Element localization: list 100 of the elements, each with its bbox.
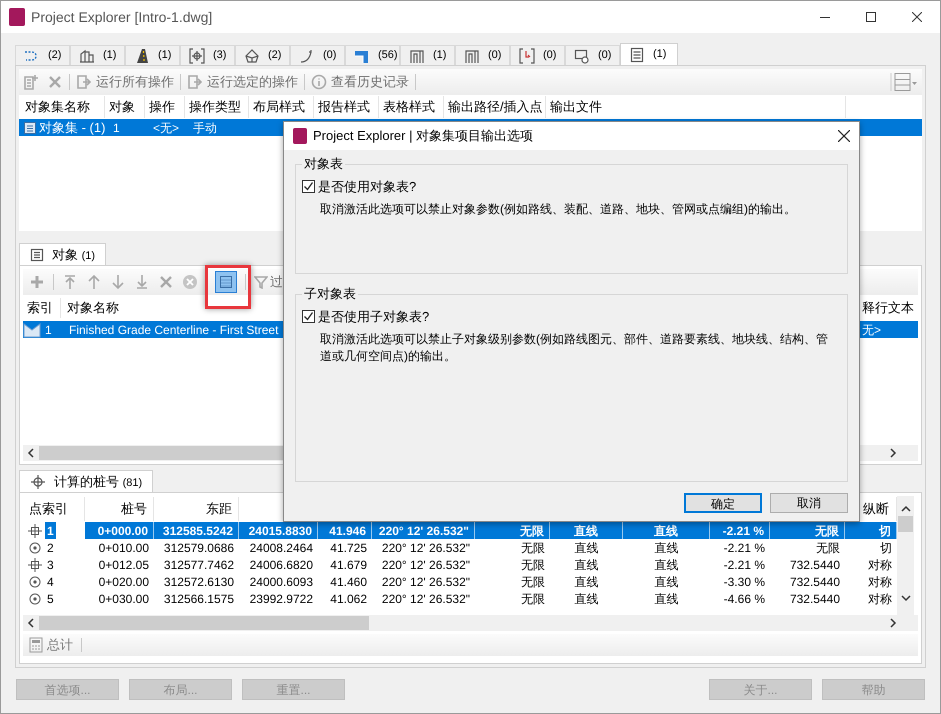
column-header[interactable]: 输出路径/插入点 (444, 96, 546, 118)
table-cell-text: Finished Grade Centerline - First Street (69, 322, 280, 338)
new-item-icon (23, 74, 39, 90)
table-cell-text: 41.062 (329, 590, 368, 607)
table-cell-text: -3.30 % (722, 574, 766, 590)
table-cell-text: 220° 12' 26.532" (380, 540, 471, 556)
dialog-button[interactable]: 取消 (770, 493, 848, 513)
table-cell-text: 312566.1575 (162, 590, 235, 607)
type-tab[interactable]: (0) (290, 45, 345, 65)
column-header[interactable]: 对象 (105, 96, 145, 118)
table-cell-text: 2 (46, 540, 55, 556)
checkbox-box[interactable] (302, 310, 315, 324)
table-cell-text: 对称 (867, 590, 893, 607)
scroll-up-icon (900, 504, 910, 514)
scroll-thumb[interactable] (898, 516, 913, 532)
column-header[interactable]: 对象集名称 (21, 96, 105, 118)
table-row[interactable]: 5 0+030.00 312566.1575 23992.9722 41.062 220° 12' 26.532" 无限 直线 直线 -4.66 % 732.5440 对称 (23, 590, 897, 607)
checkbox-box[interactable] (302, 180, 315, 194)
column-header[interactable]: 对象名称 (61, 298, 281, 318)
column-header[interactable]: 点索引 (23, 497, 85, 521)
table-cell-text: 直线 (574, 574, 600, 590)
column-header[interactable]: 表格样式 (379, 96, 444, 118)
pipe-icon (409, 48, 425, 64)
table-cell-text: 732.5440 (788, 574, 841, 590)
column-header[interactable]: 东距 (154, 497, 239, 521)
table-cell-text: 220° 12' 26.532" (380, 590, 471, 607)
checkmark-icon (303, 181, 314, 192)
table-row[interactable]: 4 0+020.00 312572.6130 24000.6093 41.460 220° 12' 26.532" 无限 直线 直线 -3.30 % 732.5440 对称 (23, 573, 897, 590)
table-cell-text: 41.725 (329, 540, 368, 556)
checkbox[interactable]: 是否使用对象表? (302, 177, 416, 196)
calculator-icon (29, 637, 43, 653)
dialog-button[interactable]: 确定 (684, 493, 762, 513)
circled-dot-icon (28, 540, 42, 554)
scroll-down-icon (900, 593, 910, 603)
scroll-thumb[interactable] (39, 616, 369, 630)
type-tab[interactable]: (2) (235, 45, 290, 65)
type-tab[interactable]: (56) (345, 45, 400, 65)
horizontal-scrollbar[interactable] (23, 615, 918, 631)
type-tab[interactable]: (0) (510, 45, 565, 65)
dialog-title: Project Explorer | 对象集项目输出选项 (313, 127, 534, 146)
scroll-right-icon (888, 618, 898, 628)
footer-button[interactable]: 总计 (47, 635, 73, 655)
table-row[interactable]: 2 0+010.00 312579.0686 24008.2464 41.725 220° 12' 26.532" 无限 直线 直线 -2.21 % 无限 切 (23, 539, 897, 556)
table-cell-text: 0+020.00 (98, 574, 150, 590)
delete-icon (47, 74, 63, 90)
road-icon (134, 48, 150, 64)
filter-button[interactable]: 过 (254, 272, 283, 292)
table-cell-text: 无限 (520, 590, 546, 607)
move-bottom-icon (134, 274, 150, 290)
crosshair-point-icon (28, 558, 42, 572)
highlight-frame (205, 265, 251, 309)
type-tab[interactable]: (3) (180, 45, 235, 65)
table-cell-text: 24008.2464 (248, 540, 314, 556)
table-cell-text: 0+010.00 (98, 540, 150, 556)
type-tab[interactable]: (1) (125, 45, 180, 65)
table-cell-text: 直线 (654, 574, 680, 590)
table-row[interactable]: 1 0+000.00 312585.5242 24015.8830 41.946 220° 12' 26.532" 无限 直线 直线 -2.21 % 无限 切 (23, 522, 897, 539)
section-tab[interactable]: 对象 (1) (19, 243, 106, 265)
pipe-icon (464, 48, 480, 64)
column-header[interactable]: 索引 (23, 298, 61, 318)
table-cell: 312585.5242 (154, 522, 239, 539)
delete-icon (158, 274, 174, 290)
table-cell-text: 对称 (867, 556, 893, 573)
table-cell-text: 对称 (867, 574, 893, 590)
table-cell-text: -2.21 % (722, 556, 766, 573)
table-cell-text: 312572.6130 (162, 574, 235, 590)
option-description: 取消激活此选项可以禁止子对象级别参数(例如路线图元、部件、道路要素线、地块线、结构、管道或几何空间点)的输出。 (320, 331, 829, 365)
type-tab[interactable]: (0) (455, 45, 510, 65)
info-icon (311, 74, 327, 90)
type-tab[interactable]: (1) (620, 43, 678, 65)
table-cell-text: 0+012.05 (98, 556, 150, 573)
table-cell-text: 对象集 - (1) (39, 118, 106, 137)
column-header[interactable]: 输出文件 (546, 96, 846, 118)
table-cell-text: -2.21 % (722, 540, 766, 556)
scroll-left-icon (26, 618, 36, 628)
column-header[interactable]: 释行文本 (862, 298, 918, 318)
column-header[interactable]: 操作类型 (185, 96, 249, 118)
bracket-icon (519, 48, 535, 64)
column-header[interactable]: 桩号 (85, 497, 154, 521)
table-view-button[interactable] (215, 271, 237, 293)
table-cell-text: <无> (152, 120, 180, 136)
crosshair-point-icon (28, 524, 42, 538)
section-tab[interactable]: 计算的桩号 (81) (19, 470, 154, 492)
column-header[interactable]: 布局样式 (249, 96, 314, 118)
column-header[interactable]: 报告样式 (314, 96, 379, 118)
type-tab[interactable]: (0) (565, 45, 620, 65)
type-tab[interactable]: (2) (15, 45, 70, 65)
type-tab[interactable]: (1) (70, 45, 125, 65)
table-row[interactable]: 3 0+012.05 312577.7462 24006.6820 41.679 220° 12' 26.532" 无限 直线 直线 -2.21 % 732.5440 对称 (23, 556, 897, 573)
type-tab[interactable]: (1) (400, 45, 455, 65)
scroll-right-icon (888, 448, 898, 458)
close-icon (912, 12, 922, 22)
column-header[interactable]: 操作 (145, 96, 185, 118)
vertical-scrollbar[interactable] (897, 496, 914, 615)
option-description: 取消激活此选项可以禁止对象参数(例如路线、装配、道路、地块、管网或点编组)的输出。 (320, 201, 797, 218)
table-cell-text: -4.66 % (722, 590, 766, 607)
checkbox[interactable]: 是否使用子对象表? (302, 307, 430, 326)
table-cell-text: 24000.6093 (248, 574, 314, 590)
arrow-up-icon (86, 274, 102, 290)
window-title: Project Explorer [Intro-1.dwg] (31, 8, 212, 27)
